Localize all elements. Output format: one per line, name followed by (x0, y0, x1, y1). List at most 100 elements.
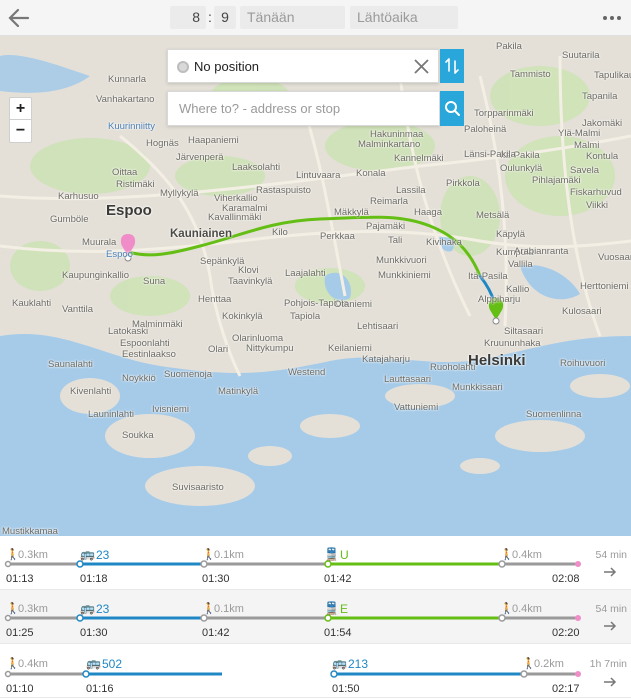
map-label: Itä-Pasila (468, 271, 508, 282)
map-label: Tammisto (510, 69, 551, 80)
leg-time: 01:42 (202, 627, 230, 639)
leg-label: 0.4km (512, 549, 542, 561)
map-label: Haaga (414, 207, 442, 218)
hour-selector[interactable]: 8 (170, 6, 206, 29)
map-label: Ristimäki (116, 179, 155, 190)
map-label: Soukka (122, 430, 154, 441)
leg-time: 01:10 (6, 683, 34, 695)
map-label: Olarinluoma (232, 333, 284, 344)
train-icon: 🚆 (324, 547, 339, 561)
map-label: Suomenlinna (526, 409, 582, 420)
leg-label: 0.4km (18, 658, 48, 670)
map-label: Kunnarla (108, 74, 147, 85)
map-label: Paloheinä (464, 124, 507, 135)
map-label: Mäkkylä (334, 207, 369, 218)
map-label: Suna (143, 276, 166, 287)
map-label: Munkkivuori (376, 255, 427, 266)
leg-label: 23 (96, 602, 110, 616)
leg-time: 01:42 (324, 573, 352, 585)
zoom-control: + − (9, 97, 32, 143)
leg-time: 01:16 (86, 683, 114, 695)
itinerary-row[interactable]: 🚶 0.3km 🚌 23 🚶 0.1km 🚆 E 🚶 0.4km 01:25 0… (0, 590, 631, 644)
map-label: Ruoholahti (430, 362, 476, 373)
map-label: Ylä-Malmi (558, 128, 601, 139)
map-label: Tapanila (582, 91, 618, 102)
map-label: Kannelmäki (394, 153, 444, 164)
map-label: Konala (356, 168, 386, 179)
map-label: Nittykumpu (246, 343, 294, 354)
map-label: Westend (288, 367, 326, 378)
map-label: Savela (570, 165, 600, 176)
time-separator: : (208, 9, 212, 25)
map-label: Tapiola (290, 311, 321, 322)
train-icon: 🚆 (324, 601, 339, 615)
top-bar: 8 : 9 Tänään Lähtöaika (0, 0, 631, 36)
swap-direction-button[interactable] (440, 49, 464, 83)
leg-time: 01:18 (80, 573, 108, 585)
leg-label: U (340, 548, 349, 562)
arrow-right-icon[interactable] (603, 676, 617, 688)
map-label: Henttaa (198, 294, 232, 305)
map-label: Lassila (396, 185, 426, 196)
map-label: Kauklahti (12, 298, 52, 309)
zoom-out-button[interactable]: − (10, 120, 31, 142)
leg-label: 0.2km (534, 658, 564, 670)
map-label: Viikki (586, 200, 608, 211)
origin-field[interactable]: No position (167, 49, 439, 83)
map-label: Kivihaka (426, 237, 462, 248)
leg-time: 01:50 (332, 683, 360, 695)
map-label: Kauniainen (170, 228, 232, 240)
map-label: Herttoniemi (580, 281, 629, 292)
leg-time: 01:13 (6, 573, 34, 585)
minute-selector[interactable]: 9 (214, 6, 236, 29)
map-label: Myllykylä (160, 188, 199, 199)
leg-time: 02:08 (552, 573, 580, 585)
map-label: Ivisniemi (152, 404, 189, 415)
leg-label: 0.1km (214, 549, 244, 561)
map-label: Suvisaaristo (172, 482, 224, 493)
zoom-in-button[interactable]: + (10, 98, 31, 120)
map-label: Oulunkylä (500, 163, 543, 174)
leg-label: 213 (348, 657, 369, 671)
map-label: Haapaniemi (188, 135, 239, 146)
map-label: Metsälä (476, 210, 510, 221)
map-label: Eestinlaakso (122, 349, 176, 360)
map-label: Munkkiniemi (378, 270, 431, 281)
map-label: Hakuninmaa (370, 129, 424, 140)
map-label: Vanhakartano (96, 94, 155, 105)
map-label: Fiskarhuvud (570, 187, 622, 198)
map-label: Arabianranta (514, 246, 569, 257)
map-label: Taavinkylä (228, 276, 273, 287)
bus-icon: 🚌 (80, 547, 95, 561)
leg-label: E (340, 602, 349, 616)
more-options-icon[interactable] (601, 8, 623, 28)
map-label: Kuurinniitty (108, 121, 155, 132)
search-button[interactable] (440, 91, 464, 126)
itinerary-row[interactable]: 🚶 0.4km 🚌 502 🚌 213 🚶 0.2km 01:10 01:16 … (0, 644, 631, 698)
itinerary-row[interactable]: 🚶 0.3km 🚌 23 🚶 0.1km 🚆 U 🚶 0.4km 01:13 0… (0, 536, 631, 590)
map-label: Kavallinmäki (208, 212, 262, 223)
map-label: Pirkkola (446, 178, 480, 189)
leg-time: 01:30 (202, 573, 230, 585)
leg-label: 23 (96, 548, 110, 562)
map-label: Katajaharju (362, 354, 411, 365)
leg-label: 0.1km (214, 603, 244, 615)
departure-mode-selector[interactable]: Lähtöaika (350, 6, 458, 29)
map-label: Käpylä (496, 229, 526, 240)
arrow-right-icon[interactable] (603, 566, 617, 578)
map-label: Otaniemi (334, 299, 373, 310)
bus-icon: 🚌 (86, 656, 101, 670)
bus-icon: 🚌 (332, 656, 347, 670)
map-label: Olari (208, 344, 229, 355)
map-label: Malmi (574, 140, 600, 151)
back-arrow-icon[interactable] (6, 5, 32, 31)
destination-input[interactable] (168, 92, 439, 125)
map-label: Kulosaari (562, 306, 602, 317)
clear-icon[interactable] (413, 58, 430, 75)
destination-field[interactable] (167, 91, 440, 126)
map-label: Siltasaari (504, 326, 544, 337)
map-label: Järvenperä (176, 152, 224, 163)
arrow-right-icon[interactable] (603, 620, 617, 632)
map-label: Muurala (82, 237, 117, 248)
date-selector[interactable]: Tänään (240, 6, 345, 29)
